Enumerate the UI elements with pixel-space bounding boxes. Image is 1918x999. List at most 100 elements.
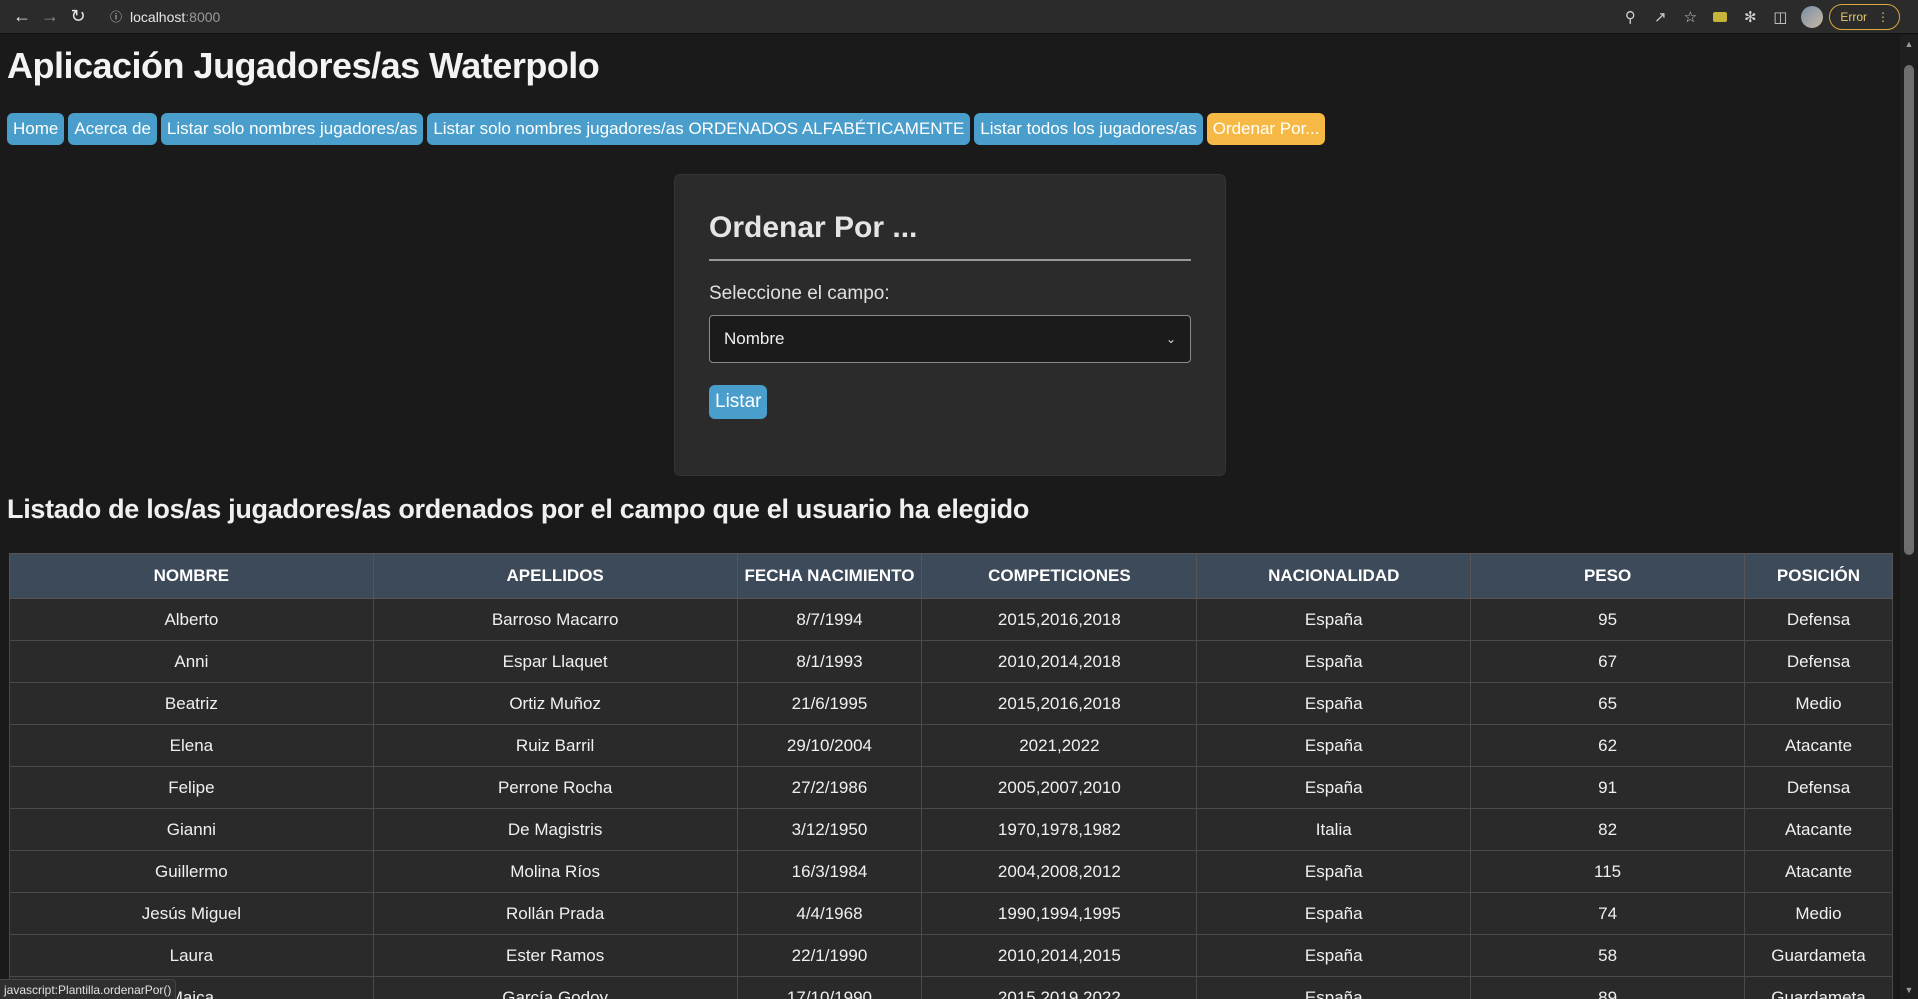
- column-header: APELLIDOS: [372, 553, 738, 599]
- profile-avatar[interactable]: [1801, 5, 1824, 28]
- table-row: Jesús Miguel Rollán Prada 4/4/1968 1990,199…: [9, 892, 1894, 935]
- table-cell: 2010,2014,2018: [921, 640, 1198, 683]
- table-row: Alberto Barroso Macarro 8/7/1994 2015,2016,…: [9, 598, 1894, 641]
- nav-bar: Home Acerca de Listar solo nombres jugad…: [7, 113, 1326, 145]
- nav-home-button[interactable]: Home: [7, 113, 65, 145]
- table-cell: Beatriz: [9, 682, 374, 725]
- table-cell: 89: [1470, 976, 1745, 999]
- sort-form-title: Ordenar Por ...: [709, 211, 1191, 261]
- table-cell: 1990,1994,1995: [921, 892, 1198, 935]
- column-header: NOMBRE: [9, 553, 374, 599]
- table-cell: Atacante: [1743, 808, 1894, 851]
- table-cell: Medio: [1743, 892, 1894, 935]
- table-cell: 27/2/1986: [736, 766, 923, 809]
- table-cell: Laura: [9, 934, 374, 977]
- table-cell: Gianni: [9, 808, 374, 851]
- field-select-value: Nombre: [724, 329, 785, 348]
- table-cell: Jesús Miguel: [9, 892, 374, 935]
- table-cell: España: [1196, 934, 1472, 977]
- table-cell: 91: [1470, 766, 1745, 809]
- table-cell: España: [1196, 850, 1472, 893]
- scrollbar-thumb[interactable]: [1904, 65, 1914, 555]
- zoom-icon[interactable]: ⚲: [1615, 3, 1645, 31]
- puzzle-icon[interactable]: ✻: [1735, 3, 1765, 31]
- table-cell: 4/4/1968: [736, 892, 923, 935]
- table-cell: 2010,2014,2015: [921, 934, 1198, 977]
- table-cell: Elena: [9, 724, 374, 767]
- table-cell: España: [1196, 724, 1472, 767]
- status-bar: javascript:Plantilla.ordenarPor(): [0, 979, 177, 999]
- table-cell: Defensa: [1743, 640, 1894, 683]
- field-select-label: Seleccione el campo:: [709, 283, 890, 304]
- sort-form-card: Ordenar Por ... Seleccione el campo: Nom…: [674, 174, 1226, 476]
- bookmark-star-icon[interactable]: ☆: [1675, 3, 1705, 31]
- nav-about-button[interactable]: Acerca de: [68, 113, 157, 145]
- table-cell: 22/1/1990: [736, 934, 923, 977]
- table-cell: 74: [1470, 892, 1745, 935]
- field-select[interactable]: Nombre ⌄: [709, 315, 1191, 363]
- table-row: Maica García Godoy 17/10/1990 2015,2019,202…: [9, 976, 1894, 999]
- table-cell: 2015,2016,2018: [921, 598, 1198, 641]
- table-cell: Atacante: [1743, 724, 1894, 767]
- table-cell: Atacante: [1743, 850, 1894, 893]
- table-cell: 21/6/1995: [736, 682, 923, 725]
- page-scrollbar[interactable]: ▲ ▼: [1900, 35, 1918, 999]
- table-cell: 58: [1470, 934, 1745, 977]
- url-port: :8000: [185, 8, 221, 25]
- reload-icon[interactable]: ↻: [64, 3, 92, 31]
- table-cell: España: [1196, 766, 1472, 809]
- share-icon[interactable]: ↗: [1645, 3, 1675, 31]
- error-button[interactable]: Error ⋮: [1829, 3, 1900, 30]
- table-cell: 1970,1978,1982: [921, 808, 1198, 851]
- table-cell: Barroso Macarro: [372, 598, 738, 641]
- listar-button[interactable]: Listar: [709, 385, 768, 419]
- scroll-down-icon[interactable]: ▼: [1900, 985, 1918, 995]
- table-cell: Defensa: [1743, 766, 1894, 809]
- table-cell: De Magistris: [372, 808, 738, 851]
- table-cell: Felipe: [9, 766, 374, 809]
- table-cell: 17/10/1990: [736, 976, 923, 999]
- nav-list-all-button[interactable]: Listar todos los jugadores/as: [974, 113, 1203, 145]
- back-icon[interactable]: ←: [8, 3, 36, 31]
- extension-icon[interactable]: [1705, 3, 1735, 31]
- browser-toolbar: ← → ↻ ⓘ localhost:8000 ⚲ ↗ ☆ ✻ ◫ Error ⋮: [0, 0, 1918, 34]
- chevron-down-icon: ⌄: [1165, 332, 1176, 346]
- table-cell: España: [1196, 682, 1472, 725]
- forward-icon[interactable]: →: [36, 3, 64, 31]
- table-cell: 65: [1470, 682, 1745, 725]
- table-cell: Ester Ramos: [372, 934, 738, 977]
- table-row: Guillermo Molina Ríos 16/3/1984 2004,2008,2…: [9, 850, 1894, 893]
- table-row: Gianni De Magistris 3/12/1950 1970,1978,198…: [9, 808, 1894, 851]
- scroll-up-icon[interactable]: ▲: [1900, 39, 1918, 49]
- table-cell: 3/12/1950: [736, 808, 923, 851]
- address-bar[interactable]: ⓘ localhost:8000: [100, 4, 230, 30]
- table-row: Felipe Perrone Rocha 27/2/1986 2005,2007,20…: [9, 766, 1894, 809]
- table-cell: 2021,2022: [921, 724, 1198, 767]
- table-cell: Guardameta: [1743, 976, 1894, 999]
- table-cell: Molina Ríos: [372, 850, 738, 893]
- nav-list-names-sorted-button[interactable]: Listar solo nombres jugadores/as ORDENAD…: [427, 113, 971, 145]
- table-cell: Guardameta: [1743, 934, 1894, 977]
- table-cell: Espar Llaquet: [372, 640, 738, 683]
- page-content: Aplicación Jugadores/as Waterpolo Home A…: [0, 35, 1900, 999]
- app-title: Aplicación Jugadores/as Waterpolo: [7, 45, 600, 86]
- table-cell: 16/3/1984: [736, 850, 923, 893]
- table-cell: 29/10/2004: [736, 724, 923, 767]
- table-cell: Alberto: [9, 598, 374, 641]
- table-cell: García Godoy: [372, 976, 738, 999]
- table-cell: 95: [1470, 598, 1745, 641]
- table-row: Anni Espar Llaquet 8/1/1993 2010,2014,2018 E…: [9, 640, 1894, 683]
- column-header: NACIONALIDAD: [1196, 553, 1472, 599]
- table-header-row: NOMBRE APELLIDOS FECHA NACIMIENTO COMPET…: [9, 553, 1894, 599]
- site-info-icon[interactable]: ⓘ: [110, 8, 122, 25]
- table-cell: España: [1196, 976, 1472, 999]
- column-header: POSICIÓN: [1743, 553, 1894, 599]
- nav-order-by-button[interactable]: Ordenar Por...: [1206, 113, 1326, 145]
- nav-list-names-button[interactable]: Listar solo nombres jugadores/as: [160, 113, 424, 145]
- table-row: Beatriz Ortiz Muñoz 21/6/1995 2015,2016,201…: [9, 682, 1894, 725]
- sidepanel-icon[interactable]: ◫: [1765, 3, 1795, 31]
- table-cell: 2015,2016,2018: [921, 682, 1198, 725]
- table-cell: Rollán Prada: [372, 892, 738, 935]
- table-cell: Ortiz Muñoz: [372, 682, 738, 725]
- table-cell: 62: [1470, 724, 1745, 767]
